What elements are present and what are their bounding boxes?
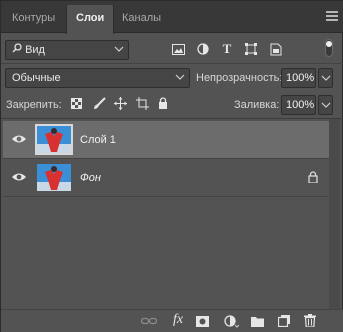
lock-transparency-icon[interactable] bbox=[70, 97, 83, 110]
link-layers-icon[interactable] bbox=[141, 315, 157, 327]
lock-position-move-icon[interactable] bbox=[113, 96, 127, 110]
layer-mask-icon[interactable] bbox=[195, 314, 209, 328]
lock-label: Закрепить: bbox=[6, 99, 62, 111]
chevron-down-icon bbox=[321, 102, 330, 108]
opacity-label: Непрозрачность: bbox=[196, 72, 283, 84]
image-filter-icon[interactable] bbox=[171, 42, 185, 56]
layers-list: Слой 1 Фон bbox=[3, 119, 341, 309]
layers-footer-toolbar: fx bbox=[1, 309, 343, 332]
divider bbox=[1, 63, 343, 64]
layer-lock-icon bbox=[308, 171, 318, 183]
opacity-input[interactable]: 100% bbox=[281, 68, 316, 88]
fill-slider-button[interactable] bbox=[318, 95, 333, 115]
layer-name[interactable]: Фон bbox=[80, 172, 101, 184]
lock-all-icon[interactable] bbox=[157, 96, 169, 110]
chevron-down-icon bbox=[321, 75, 330, 81]
opacity-slider-button[interactable] bbox=[318, 68, 333, 88]
layers-panel: Контуры Слои Каналы Вид T Обычные Непроз… bbox=[0, 0, 343, 332]
chevron-down-icon bbox=[114, 46, 124, 52]
type-filter-icon[interactable]: T bbox=[220, 41, 234, 57]
adjustment-filter-icon[interactable] bbox=[196, 42, 210, 56]
filter-kind-dropdown[interactable]: Вид bbox=[5, 40, 129, 60]
layer-name[interactable]: Слой 1 bbox=[80, 134, 116, 146]
new-layer-icon[interactable] bbox=[277, 314, 291, 328]
tab-channels[interactable]: Каналы bbox=[113, 5, 170, 33]
layer-row-background[interactable]: Фон bbox=[3, 159, 330, 197]
adjustment-layer-icon[interactable] bbox=[223, 314, 239, 328]
tab-paths[interactable]: Контуры bbox=[3, 5, 64, 33]
filter-toggle-icon[interactable] bbox=[324, 39, 334, 57]
panel-tab-bar: Контуры Слои Каналы bbox=[1, 1, 343, 34]
fx-icon[interactable]: fx bbox=[169, 312, 187, 328]
lock-artboard-icon[interactable] bbox=[135, 96, 149, 110]
fill-input[interactable]: 100% bbox=[281, 95, 316, 115]
chevron-down-icon bbox=[175, 74, 185, 80]
visibility-eye-icon[interactable] bbox=[11, 133, 27, 145]
visibility-eye-icon[interactable] bbox=[11, 171, 27, 183]
shape-filter-icon[interactable] bbox=[244, 42, 258, 56]
layer-thumbnail[interactable] bbox=[35, 124, 73, 155]
smart-object-filter-icon[interactable] bbox=[269, 42, 283, 56]
layer-row-layer-1[interactable]: Слой 1 bbox=[3, 121, 330, 159]
layer-thumbnail[interactable] bbox=[37, 164, 71, 191]
lock-pixels-brush-icon[interactable] bbox=[92, 96, 106, 111]
trash-icon[interactable] bbox=[303, 313, 317, 328]
group-folder-icon[interactable] bbox=[250, 314, 264, 328]
tab-layers[interactable]: Слои bbox=[66, 5, 115, 34]
filter-kind-label: Вид bbox=[25, 44, 45, 56]
fill-label: Заливка: bbox=[234, 99, 280, 111]
panel-menu-icon[interactable] bbox=[326, 11, 338, 21]
search-icon bbox=[12, 41, 22, 59]
layers-scrollbar[interactable] bbox=[329, 119, 340, 309]
blend-mode-value: Обычные bbox=[12, 72, 61, 84]
blend-mode-dropdown[interactable]: Обычные bbox=[5, 68, 190, 88]
